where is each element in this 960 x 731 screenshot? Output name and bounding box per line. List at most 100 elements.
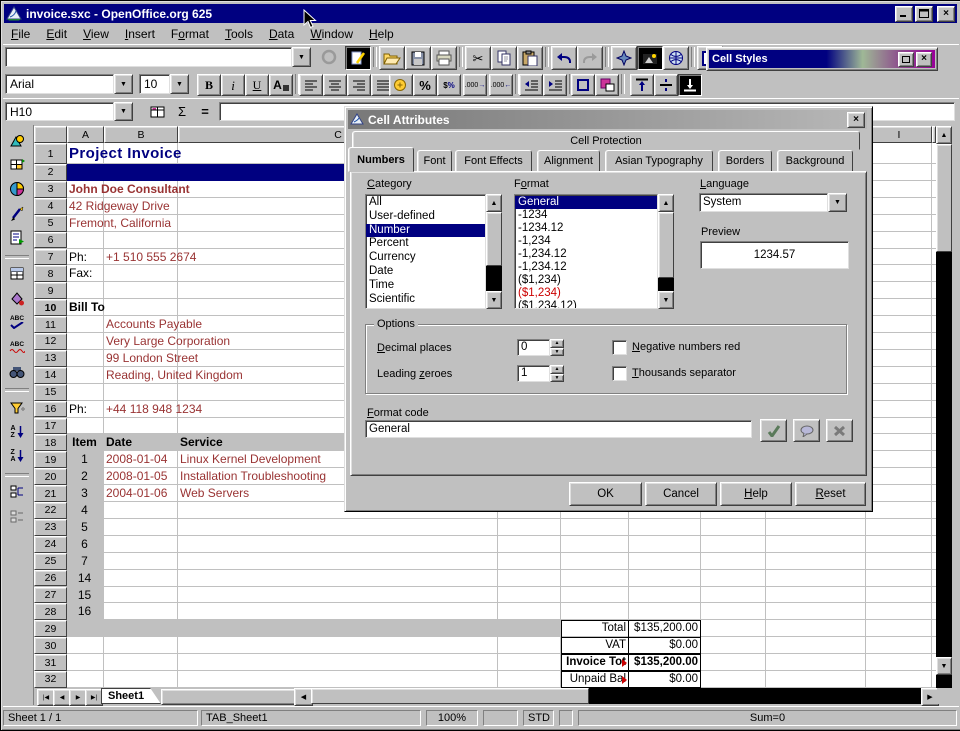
open-icon[interactable] [379, 46, 405, 70]
vertical-scrollbar[interactable]: ▲▼ [936, 126, 952, 688]
format-item[interactable]: -1,234.12 [515, 261, 657, 274]
category-item[interactable]: All [366, 196, 485, 210]
format-item[interactable]: General [515, 196, 657, 209]
minimize-button[interactable] [895, 6, 913, 22]
menu-format[interactable]: Format [163, 25, 217, 43]
paste-icon[interactable] [517, 46, 543, 70]
percent-icon[interactable]: % [413, 74, 437, 96]
font-size-combobox[interactable]: 10▼ [139, 74, 189, 94]
chevron-down-icon[interactable]: ▼ [292, 47, 311, 67]
row-header-14[interactable]: 14 [34, 367, 67, 384]
scroll-track[interactable] [658, 278, 674, 291]
row-header-29[interactable]: 29 [34, 620, 67, 637]
format-list[interactable]: General-1234-1234.12-1,234-1,234.12-1,23… [514, 194, 674, 309]
scroll-track[interactable] [486, 266, 502, 291]
comment-icon[interactable] [793, 419, 820, 442]
row-header-11[interactable]: 11 [34, 316, 67, 333]
decimal-places-spinner[interactable]: 0▲▼ [517, 339, 564, 356]
row-header-30[interactable]: 30 [34, 637, 67, 654]
row-header-2[interactable]: 2 [34, 164, 67, 181]
bold-icon[interactable]: B [197, 74, 221, 96]
row-header-13[interactable]: 13 [34, 350, 67, 367]
chevron-down-icon[interactable]: ▼ [170, 74, 189, 94]
cell-styles-window[interactable]: Cell Styles × [706, 47, 938, 71]
copy-icon[interactable] [491, 46, 517, 70]
chevron-down-icon[interactable]: ▼ [828, 193, 847, 212]
format-item[interactable]: ($1,234) [515, 274, 657, 287]
title-bar[interactable]: invoice.sxc - OpenOffice.org 625 × [4, 4, 957, 23]
vertical-scroll-thumb[interactable] [936, 144, 952, 252]
row-header-28[interactable]: 28 [34, 603, 67, 620]
scroll-up-icon[interactable]: ▲ [486, 194, 502, 212]
dialog-close-icon[interactable]: × [847, 112, 865, 128]
format-code-input[interactable]: General [365, 420, 752, 438]
align-right-icon[interactable] [347, 74, 371, 96]
category-item[interactable]: Percent [366, 237, 485, 251]
close-button[interactable]: × [937, 6, 955, 22]
scroll-down-icon[interactable]: ▼ [486, 291, 502, 309]
row-header-17[interactable]: 17 [34, 418, 67, 435]
menu-view[interactable]: View [75, 25, 117, 43]
tab-strip[interactable] [161, 689, 296, 705]
menu-data[interactable]: Data [261, 25, 302, 43]
tab-background[interactable]: Background [777, 150, 853, 172]
align-top-icon[interactable] [630, 74, 654, 96]
status-insert-mode[interactable] [483, 710, 518, 726]
scroll-thumb[interactable] [658, 212, 674, 278]
status-sheet-position[interactable]: Sheet 1 / 1 [3, 710, 198, 726]
row-header-16[interactable]: 16 [34, 401, 67, 418]
align-vcenter-icon[interactable] [654, 74, 678, 96]
tab-font-effects[interactable]: Font Effects [455, 150, 532, 172]
sheet-tab-active[interactable]: Sheet1 [101, 688, 161, 704]
add-decimal-icon[interactable]: .000→ [463, 74, 487, 96]
menu-edit[interactable]: Edit [38, 25, 75, 43]
cell-styles-restore-button[interactable] [898, 52, 914, 67]
category-item[interactable]: User-defined [366, 210, 485, 224]
row-header-26[interactable]: 26 [34, 570, 67, 587]
row-header-5[interactable]: 5 [34, 215, 67, 232]
spin-up-icon[interactable]: ▲ [550, 339, 564, 348]
function-autopilot-icon[interactable] [146, 102, 168, 121]
tab-borders[interactable]: Borders [718, 150, 772, 172]
decrease-indent-icon[interactable] [519, 74, 543, 96]
format-scrollbar[interactable]: ▲▼ [658, 194, 674, 309]
navigator-icon[interactable] [611, 46, 637, 70]
row-header-4[interactable]: 4 [34, 198, 67, 215]
row-header-7[interactable]: 7 [34, 249, 67, 266]
scroll-up-icon[interactable]: ▲ [658, 194, 674, 212]
format-item[interactable]: ($1,234.12) [515, 300, 657, 309]
column-header-I[interactable]: I [866, 126, 932, 143]
row-header-10[interactable]: 10 [34, 299, 67, 316]
cell-styles-close-button[interactable]: × [916, 52, 932, 67]
row-header-23[interactable]: 23 [34, 519, 67, 536]
row-header-18[interactable]: 18 [34, 434, 67, 451]
row-header-3[interactable]: 3 [34, 181, 67, 198]
save-icon[interactable] [405, 46, 431, 70]
chevron-down-icon[interactable]: ▼ [114, 74, 133, 94]
format-item[interactable]: ($1,234) [515, 287, 657, 300]
cancel-button[interactable]: Cancel [645, 482, 717, 506]
row-header-1[interactable]: 1 [34, 143, 67, 164]
tab-alignment[interactable]: Alignment [537, 150, 600, 172]
tab-numbers[interactable]: Numbers [348, 147, 414, 172]
tab-cell-protection[interactable]: Cell Protection [352, 131, 860, 150]
edit-file-icon[interactable] [345, 46, 371, 70]
category-item[interactable]: Number [366, 224, 485, 238]
language-select[interactable]: System ▼ [699, 193, 847, 212]
category-item[interactable]: Currency [366, 251, 485, 265]
spin-up-icon[interactable]: ▲ [550, 365, 564, 374]
menu-tools[interactable]: Tools [217, 25, 261, 43]
currency-icon[interactable] [389, 74, 413, 96]
status-sum[interactable]: Sum=0 [578, 710, 957, 726]
borders-icon[interactable] [571, 74, 595, 96]
cut-icon[interactable]: ✂ [465, 46, 491, 70]
menu-file[interactable]: File [3, 25, 38, 43]
leading-zeroes-spinner[interactable]: 1▲▼ [517, 365, 564, 382]
sheet-last-icon[interactable]: ▶| [85, 689, 103, 706]
background-color-icon[interactable] [595, 74, 619, 96]
column-header-B[interactable]: B [104, 126, 178, 143]
spin-down-icon[interactable]: ▼ [550, 348, 564, 357]
status-page-style[interactable]: TAB_Sheet1 [201, 710, 421, 726]
standard-format-icon[interactable]: $% [437, 74, 461, 96]
sum-icon[interactable]: Σ [171, 102, 193, 121]
